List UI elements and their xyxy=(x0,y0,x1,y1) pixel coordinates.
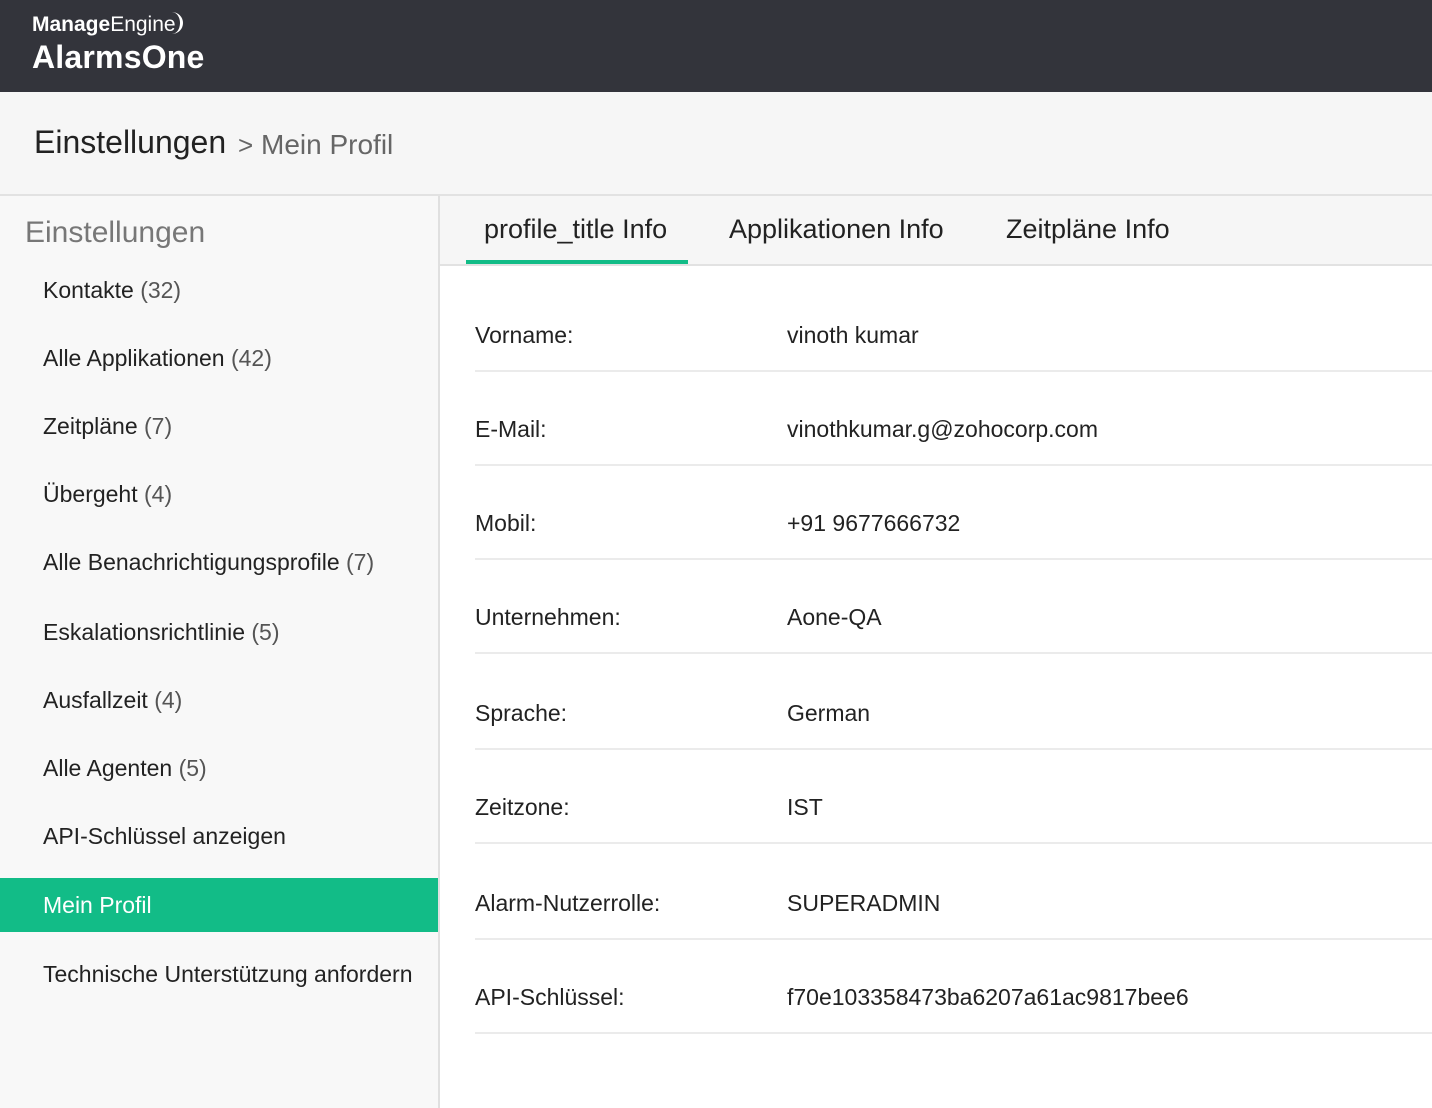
profile-row-value: vinoth kumar xyxy=(787,322,919,348)
profile-row: Sprache: German xyxy=(475,656,1432,750)
profile-row: Vorname: vinoth kumar xyxy=(475,278,1432,372)
profile-row: Alarm-Nutzerrolle: SUPERADMIN xyxy=(475,846,1432,940)
profile-row: E-Mail: vinothkumar.g@zohocorp.com xyxy=(475,372,1432,466)
sidebar-item-count: (42) xyxy=(230,345,272,371)
profile-row-label: Mobil: xyxy=(475,510,537,536)
logo-arc-icon xyxy=(170,12,183,34)
app-logo[interactable]: ManageEngine AlarmsOne xyxy=(32,10,205,74)
sidebar-item[interactable]: Alle Benachrichtigungsprofile (7) xyxy=(0,535,438,589)
sidebar: Einstellungen Kontakte (32) Alle Applikat… xyxy=(0,196,440,1108)
profile-row: API-Schlüssel: f70e103358473ba6207a61ac98… xyxy=(475,940,1432,1034)
main-content: profile_title Info Applikationen Info Ze… xyxy=(440,196,1432,1108)
profile-row-label: Sprache: xyxy=(475,700,568,726)
profile-row-value: f70e103358473ba6207a61ac9817bee6 xyxy=(787,984,1189,1010)
sidebar-item[interactable]: Übergeht (4) xyxy=(0,467,438,521)
profile-row-label: Alarm-Nutzerrolle: xyxy=(475,890,661,916)
sidebar-item[interactable]: API-Schlüssel anzeigen xyxy=(0,809,438,863)
logo-product: AlarmsOne xyxy=(32,39,205,75)
sidebar-item[interactable]: Alle Agenten (5) xyxy=(0,741,438,795)
sidebar-item[interactable]: Ausfallzeit (4) xyxy=(0,673,438,727)
sidebar-item-count: (5) xyxy=(251,619,280,645)
sidebar-item[interactable]: Eskalationsrichtlinie (5) xyxy=(0,605,438,659)
tab-applications-info[interactable]: Applikationen Info xyxy=(729,196,944,264)
breadcrumb-settings[interactable]: Einstellungen xyxy=(34,124,226,161)
sidebar-item-count: (7) xyxy=(346,549,375,575)
profile-row-value: German xyxy=(787,700,871,726)
sidebar-item[interactable]: Mein Profil xyxy=(0,878,438,932)
tab-schedules-info[interactable]: Zeitpläne Info xyxy=(1006,196,1170,264)
sidebar-item-count: (5) xyxy=(178,755,207,781)
sidebar-item-label: Zeitpläne xyxy=(43,413,138,439)
sidebar-item-label: Alle Benachrichtigungsprofile xyxy=(43,549,340,575)
profile-row-label: E-Mail: xyxy=(475,416,547,442)
profile-row-value: +91 9677666732 xyxy=(787,510,961,536)
sidebar-item-label: Technische Unterstützung anfordern xyxy=(43,961,413,987)
sidebar-item-label: Übergeht xyxy=(43,481,138,507)
sidebar-item-count: (32) xyxy=(140,277,182,303)
profile-row: Zeitzone: IST xyxy=(475,750,1432,844)
profile-row-label: API-Schlüssel: xyxy=(475,984,625,1010)
sidebar-item-label: Ausfallzeit xyxy=(43,687,148,713)
page-header: Einstellungen > Mein Profil xyxy=(0,92,1432,196)
profile-row-value: SUPERADMIN xyxy=(787,890,941,916)
sidebar-title: Einstellungen xyxy=(25,216,206,249)
logo-company: ManageEngine xyxy=(32,10,205,40)
sidebar-item-label: Alle Applikationen xyxy=(43,345,225,371)
sidebar-item[interactable]: Kontakte (32) xyxy=(0,263,438,317)
logo-company-light: Engine xyxy=(110,13,176,36)
top-bar: ManageEngine AlarmsOne xyxy=(0,0,1432,92)
logo-company-bold: Manage xyxy=(32,13,111,36)
sidebar-item-label: Kontakte xyxy=(43,277,134,303)
sidebar-item-label: Alle Agenten xyxy=(43,755,173,781)
breadcrumb-current: Mein Profil xyxy=(261,129,394,160)
sidebar-item[interactable]: Zeitpläne (7) xyxy=(0,399,438,453)
profile-row-value: IST xyxy=(787,794,823,820)
profile-row-label: Zeitzone: xyxy=(475,794,570,820)
profile-row-value: Aone-QA xyxy=(787,604,882,630)
tab-profile-info[interactable]: profile_title Info xyxy=(466,196,688,264)
sidebar-item-count: (4) xyxy=(154,687,183,713)
profile-row: Mobil: +91 9677666732 xyxy=(475,466,1432,560)
tab-bar: profile_title Info Applikationen Info Ze… xyxy=(440,196,1432,266)
profile-row-value: vinothkumar.g@zohocorp.com xyxy=(787,416,1098,442)
sidebar-item[interactable]: Alle Applikationen (42) xyxy=(0,331,438,385)
sidebar-item-label: Eskalationsrichtlinie xyxy=(43,619,245,645)
sidebar-item-count: (4) xyxy=(144,481,173,507)
sidebar-item-label: API-Schlüssel anzeigen xyxy=(43,823,286,849)
profile-row-label: Vorname: xyxy=(475,322,574,348)
profile-row: Unternehmen: Aone-QA xyxy=(475,560,1432,654)
sidebar-item-label: Mein Profil xyxy=(43,892,152,918)
chevron-right-icon: > xyxy=(238,130,254,160)
sidebar-item[interactable]: Technische Unterstützung anfordern xyxy=(0,947,438,1001)
profile-row-label: Unternehmen: xyxy=(475,604,621,630)
sidebar-item-count: (7) xyxy=(144,413,173,439)
